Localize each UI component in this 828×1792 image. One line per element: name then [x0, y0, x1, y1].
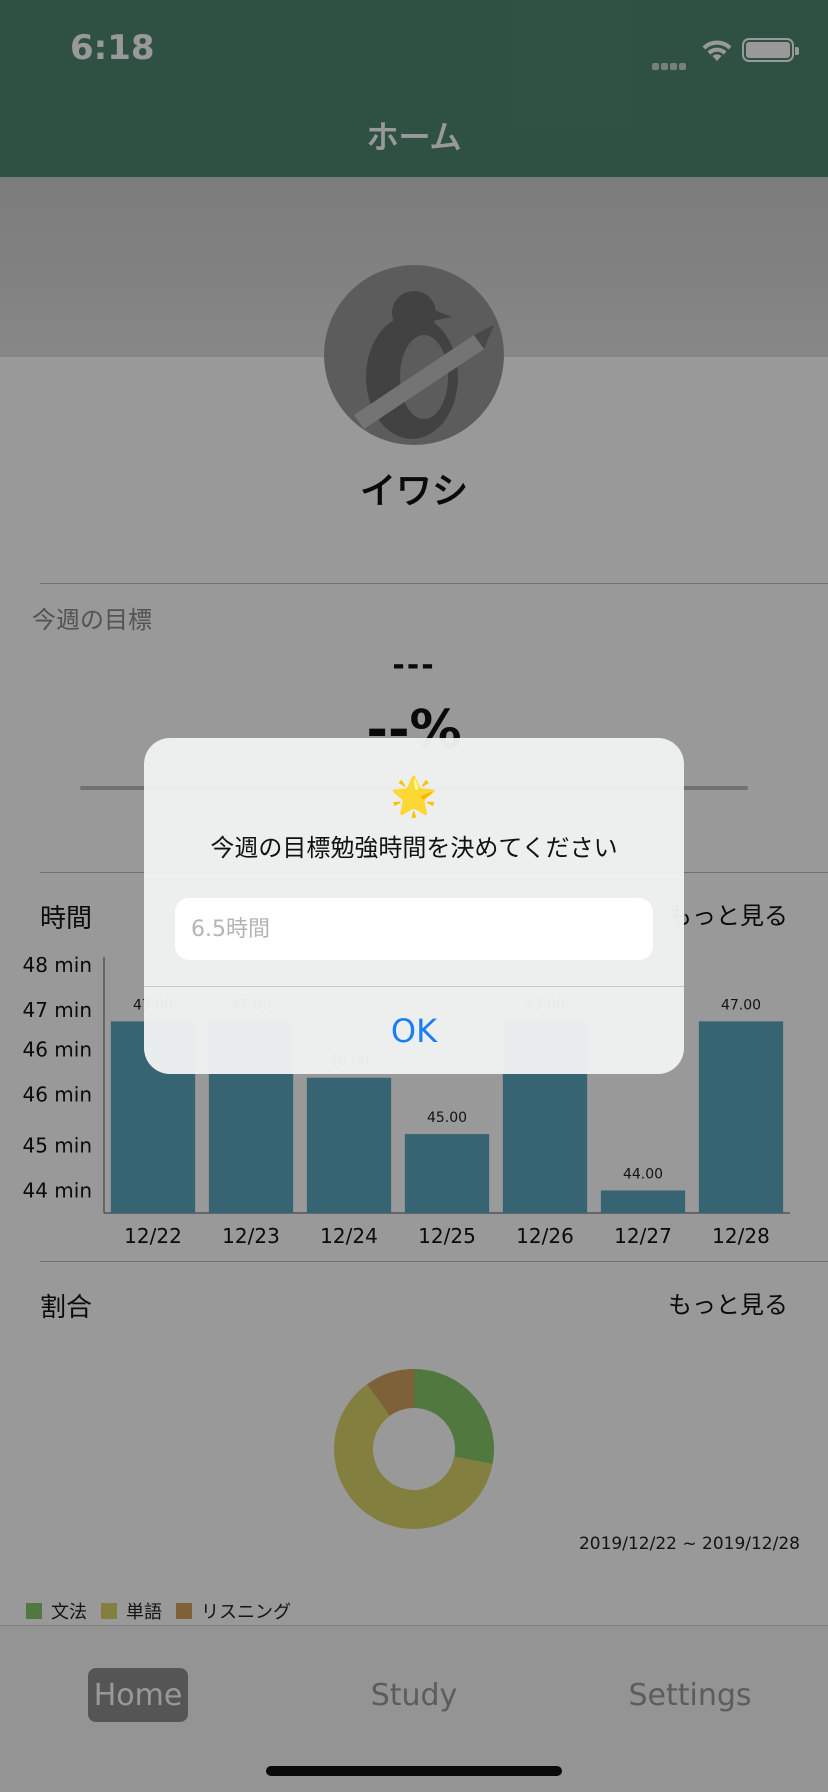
home-screen: 6:18 ホーム イワシ 今週の目標 --- --% 時間 もっと見る 44 m…	[0, 0, 828, 1792]
alert-message: 今週の目標勉強時間を決めてください	[210, 834, 618, 862]
star-icon: 🌟	[390, 774, 438, 818]
ok-button[interactable]: OK	[144, 987, 684, 1074]
goal-alert-dialog: 🌟 今週の目標勉強時間を決めてください OK	[144, 738, 684, 1074]
goal-hours-input[interactable]	[175, 898, 653, 960]
